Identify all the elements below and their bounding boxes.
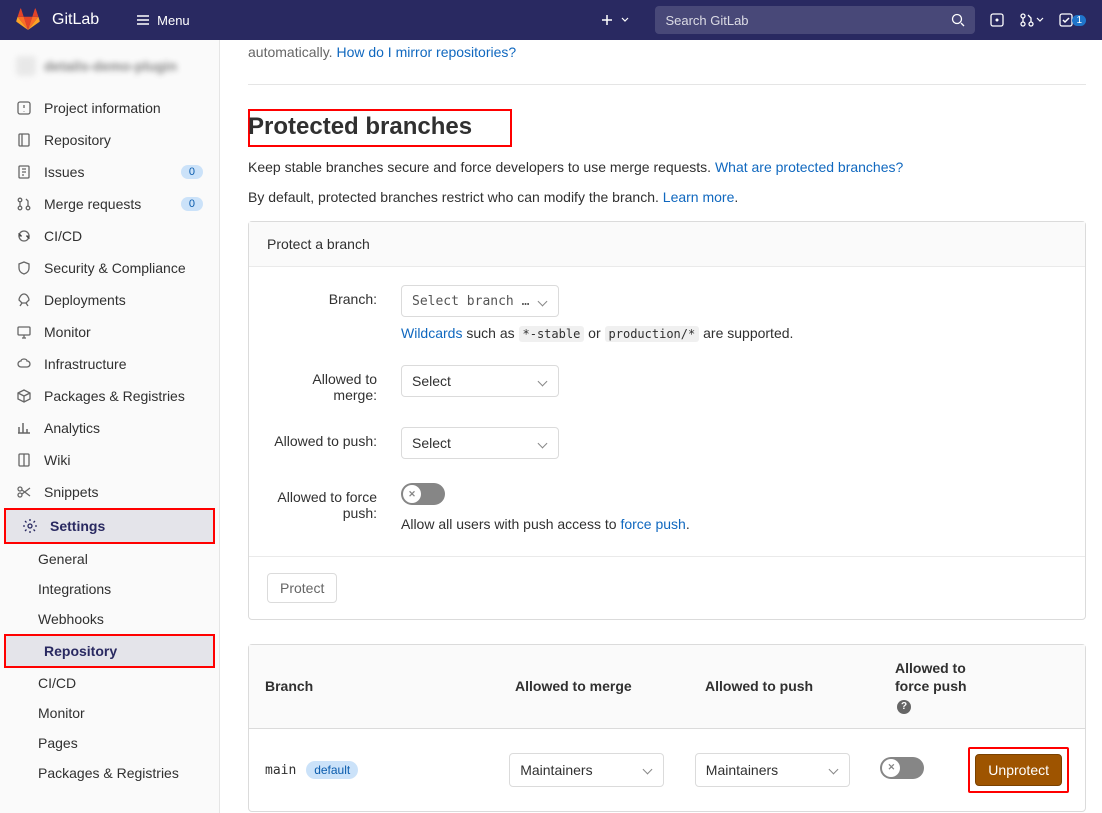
header-force: Allowed to force push ? <box>895 659 985 714</box>
allowed-push-select[interactable]: Select <box>401 427 559 459</box>
wildcards-link[interactable]: Wildcards <box>401 325 462 341</box>
force-push-link[interactable]: force push <box>620 516 685 532</box>
header-merge: Allowed to merge <box>515 678 705 694</box>
chevron-down-icon <box>643 765 653 775</box>
rocket-icon <box>16 292 32 308</box>
row-force-push-toggle[interactable] <box>880 757 924 779</box>
sidebar-item-project-information[interactable]: Project information <box>0 92 219 124</box>
menu-label: Menu <box>157 13 190 28</box>
todos-count: 1 <box>1072 15 1086 26</box>
sidebar-item-infrastructure[interactable]: Infrastructure <box>0 348 219 380</box>
help-icon[interactable]: ? <box>897 700 911 714</box>
sidebar-sub-webhooks[interactable]: Webhooks <box>0 604 219 634</box>
monitor-icon <box>16 324 32 340</box>
sidebar-item-repository[interactable]: Repository <box>0 124 219 156</box>
plus-icon <box>599 12 615 28</box>
what-are-protected-link[interactable]: What are protected branches? <box>715 159 903 175</box>
issues-icon <box>16 164 32 180</box>
branch-name: main <box>265 763 296 778</box>
section-title: Protected branches <box>248 111 494 145</box>
project-header[interactable]: details-demo-plugin <box>0 48 219 92</box>
sidebar-item-deployments[interactable]: Deployments <box>0 284 219 316</box>
cloud-icon <box>16 356 32 372</box>
protected-branches-table: Branch Allowed to merge Allowed to push … <box>248 644 1086 812</box>
merge-requests-icon[interactable] <box>1019 12 1044 28</box>
desc-line-1: Keep stable branches secure and force de… <box>248 159 1086 175</box>
unprotect-button[interactable]: Unprotect <box>975 754 1062 786</box>
table-row: main default Maintainers Maintainers <box>249 729 1085 811</box>
brand-name: GitLab <box>52 11 99 29</box>
sidebar-sub-general[interactable]: General <box>0 544 219 574</box>
sidebar-sub-monitor[interactable]: Monitor <box>0 698 219 728</box>
header-branch: Branch <box>265 678 515 694</box>
desc-line-2: By default, protected branches restrict … <box>248 189 1086 205</box>
sidebar-sub-packages[interactable]: Packages & Registries <box>0 758 219 788</box>
package-icon <box>16 388 32 404</box>
chevron-down-icon <box>538 376 548 386</box>
header-push: Allowed to push <box>705 678 895 694</box>
row-push-select[interactable]: Maintainers <box>695 753 850 787</box>
push-label: Allowed to push: <box>267 427 377 449</box>
sidebar-item-packages[interactable]: Packages & Registries <box>0 380 219 412</box>
search-icon <box>951 12 966 28</box>
branch-label: Branch: <box>267 285 377 307</box>
scissors-icon <box>16 484 32 500</box>
shield-icon <box>16 260 32 276</box>
merge-request-icon <box>16 196 32 212</box>
search-bar[interactable] <box>655 6 975 34</box>
allowed-merge-select[interactable]: Select <box>401 365 559 397</box>
create-new-dropdown[interactable] <box>599 12 633 28</box>
merge-label: Allowed to merge: <box>267 365 377 403</box>
sidebar-item-settings[interactable]: Settings <box>6 510 213 542</box>
sidebar: details-demo-plugin Project information … <box>0 40 220 813</box>
table-header: Branch Allowed to merge Allowed to push … <box>249 645 1085 729</box>
chart-icon <box>16 420 32 436</box>
sidebar-sub-integrations[interactable]: Integrations <box>0 574 219 604</box>
gear-icon <box>22 518 38 534</box>
sidebar-item-cicd[interactable]: CI/CD <box>0 220 219 252</box>
branch-select[interactable]: Select branch … <box>401 285 559 317</box>
sidebar-item-monitor[interactable]: Monitor <box>0 316 219 348</box>
force-push-toggle[interactable] <box>401 483 445 505</box>
protect-button[interactable]: Protect <box>267 573 337 603</box>
force-push-label: Allowed to force push: <box>267 483 377 521</box>
sidebar-sub-cicd[interactable]: CI/CD <box>0 668 219 698</box>
sidebar-sub-pages[interactable]: Pages <box>0 728 219 758</box>
project-icon <box>16 100 32 116</box>
chevron-down-icon <box>828 765 838 775</box>
mirror-link[interactable]: How do I mirror repositories? <box>336 44 516 60</box>
panel-title: Protect a branch <box>249 222 1085 267</box>
protect-branch-panel: Protect a branch Branch: Select branch …… <box>248 221 1086 620</box>
menu-icon <box>135 12 151 28</box>
book-icon <box>16 452 32 468</box>
sidebar-item-analytics[interactable]: Analytics <box>0 412 219 444</box>
sidebar-sub-repository[interactable]: Repository <box>6 636 213 666</box>
sidebar-item-merge-requests[interactable]: Merge requests0 <box>0 188 219 220</box>
learn-more-link[interactable]: Learn more <box>663 189 735 205</box>
chevron-down-icon <box>538 296 548 306</box>
sidebar-item-issues[interactable]: Issues0 <box>0 156 219 188</box>
mirror-text: automatically. How do I mirror repositor… <box>248 40 1086 60</box>
menu-button[interactable]: Menu <box>135 12 190 28</box>
todos-button[interactable]: 1 <box>1058 12 1086 28</box>
issues-icon[interactable] <box>989 12 1005 28</box>
cicd-icon <box>16 228 32 244</box>
search-input[interactable] <box>665 13 942 28</box>
chevron-down-icon <box>538 438 548 448</box>
repository-icon <box>16 132 32 148</box>
gitlab-logo-icon[interactable] <box>16 8 40 32</box>
sidebar-item-security[interactable]: Security & Compliance <box>0 252 219 284</box>
wildcard-helper: Wildcards such as *-stable or production… <box>401 325 1067 341</box>
sidebar-item-snippets[interactable]: Snippets <box>0 476 219 508</box>
force-push-helper: Allow all users with push access to forc… <box>401 516 1067 532</box>
default-badge: default <box>306 761 358 779</box>
main-content: automatically. How do I mirror repositor… <box>220 40 1102 813</box>
row-merge-select[interactable]: Maintainers <box>509 753 664 787</box>
chevron-down-icon <box>617 12 633 28</box>
top-navbar: GitLab Menu 1 <box>0 0 1102 40</box>
sidebar-item-wiki[interactable]: Wiki <box>0 444 219 476</box>
